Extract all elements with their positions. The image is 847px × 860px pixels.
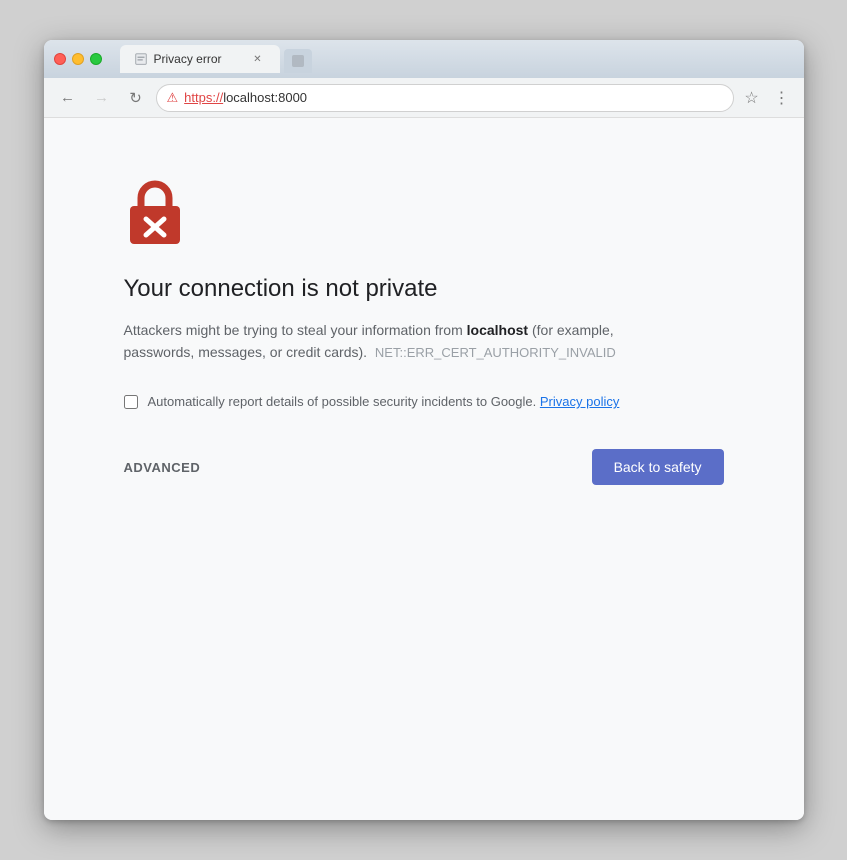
report-checkbox-label[interactable]: Automatically report details of possible… <box>148 394 620 409</box>
nav-bar: ← → ↻ ⚠ https://localhost:8000 ☆ ⋮ <box>44 78 804 118</box>
tab-title: Privacy error <box>154 52 244 66</box>
address-host: localhost:8000 <box>223 90 307 105</box>
address-bar[interactable]: ⚠ https://localhost:8000 <box>156 84 734 112</box>
traffic-lights <box>54 53 102 65</box>
close-button[interactable] <box>54 53 66 65</box>
reload-button[interactable]: ↻ <box>122 84 150 112</box>
warning-icon: ⚠ <box>167 90 179 106</box>
back-to-safety-button[interactable]: Back to safety <box>592 449 724 485</box>
tab-close-button[interactable]: ✕ <box>250 51 266 67</box>
active-tab[interactable]: Privacy error ✕ <box>120 45 280 73</box>
new-tab-button[interactable] <box>284 49 312 73</box>
tab-bar: Privacy error ✕ <box>120 45 794 73</box>
advanced-button[interactable]: ADVANCED <box>124 460 201 475</box>
minimize-button[interactable] <box>72 53 84 65</box>
address-protocol: https:// <box>184 90 223 105</box>
address-text: https://localhost:8000 <box>184 90 722 105</box>
tab-favicon-icon <box>134 52 148 66</box>
bookmark-button[interactable]: ☆ <box>740 86 764 110</box>
menu-button[interactable]: ⋮ <box>770 86 794 110</box>
error-description: Attackers might be trying to steal your … <box>124 319 624 364</box>
lock-error-icon <box>124 178 186 246</box>
address-right-controls: ☆ ⋮ <box>740 86 794 110</box>
checkbox-label-text: Automatically report details of possible… <box>148 394 537 409</box>
privacy-policy-link[interactable]: Privacy policy <box>540 394 619 409</box>
title-bar: Privacy error ✕ <box>44 40 804 78</box>
error-desc-domain: localhost <box>467 322 528 338</box>
error-heading: Your connection is not private <box>124 275 724 303</box>
report-checkbox[interactable] <box>124 395 138 409</box>
error-icon-container <box>124 178 724 251</box>
page-content: Your connection is not private Attackers… <box>44 118 804 820</box>
maximize-button[interactable] <box>90 53 102 65</box>
browser-window: Privacy error ✕ ← → ↻ ⚠ https://localhos… <box>44 40 804 820</box>
error-desc-before: Attackers might be trying to steal your … <box>124 322 467 338</box>
action-row: ADVANCED Back to safety <box>124 449 724 485</box>
error-code: NET::ERR_CERT_AUTHORITY_INVALID <box>375 345 616 360</box>
back-nav-button[interactable]: ← <box>54 84 82 112</box>
report-checkbox-row: Automatically report details of possible… <box>124 394 724 409</box>
forward-nav-button[interactable]: → <box>88 84 116 112</box>
